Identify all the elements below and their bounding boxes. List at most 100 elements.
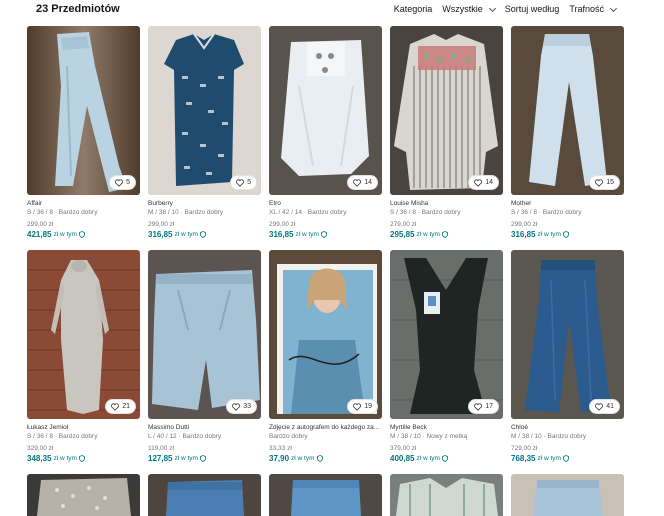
item-size: M / 38 / 10 · Nowy z metką <box>390 433 468 440</box>
item-size: XL / 42 / 14 · Bardzo dobry <box>269 209 347 216</box>
category-dropdown[interactable]: Wszystkie <box>442 4 496 14</box>
item-price-with-protection[interactable]: 316,85 zł w tym <box>269 229 382 240</box>
price-total: 768,35 <box>511 454 536 463</box>
price-suffix: zł w tym <box>174 231 198 238</box>
item-card[interactable]: 5 Burberry M / 38 / 10 · Bardzo dobry 29… <box>148 26 261 250</box>
shield-icon <box>321 231 327 238</box>
favourite-button[interactable]: 41 <box>589 399 620 414</box>
item-price-with-protection[interactable]: 295,85 zł w tym <box>390 229 503 240</box>
sort-dropdown[interactable]: Trafność <box>569 4 618 14</box>
favourite-button[interactable]: 14 <box>347 175 378 190</box>
heart-icon <box>595 402 604 411</box>
item-price-with-protection[interactable]: 421,85 zł w tym <box>27 229 140 240</box>
price-suffix: zł w tym <box>295 231 319 238</box>
price-suffix: zł w tym <box>416 231 440 238</box>
item-price: 379,00 zł <box>390 445 417 452</box>
item-price-with-protection[interactable]: 37,90 zł w tym <box>269 453 382 464</box>
item-size: S / 36 / 8 · Bardzo dobry <box>511 209 582 216</box>
item-photo[interactable] <box>390 474 503 516</box>
item-photo[interactable]: 41 <box>511 250 624 419</box>
heart-icon <box>111 402 120 411</box>
item-price-with-protection[interactable]: 348,35 zł w tym <box>27 453 140 464</box>
favourite-count: 14 <box>364 179 372 186</box>
favourite-button[interactable]: 19 <box>347 399 378 414</box>
favourite-count: 17 <box>485 403 493 410</box>
price-total: 400,85 <box>390 454 415 463</box>
item-brand: Mother <box>511 200 532 207</box>
item-price-with-protection[interactable]: 768,35 zł w tym <box>511 453 624 464</box>
item-card[interactable]: 41 Chloé M / 38 / 10 · Bardzo dobry 729,… <box>511 250 624 474</box>
shield-icon <box>316 455 323 462</box>
favourite-count: 21 <box>122 403 130 410</box>
item-photo[interactable]: 19 <box>269 250 382 419</box>
item-photo[interactable]: 5 <box>27 26 140 195</box>
item-card[interactable]: 33 Massimo Dutti L / 40 / 12 · Bardzo do… <box>148 250 261 474</box>
item-photo[interactable]: 14 <box>390 26 503 195</box>
item-photo[interactable]: 14 <box>269 26 382 195</box>
item-price: 329,00 zł <box>27 445 54 452</box>
item-card[interactable] <box>27 474 140 516</box>
item-card[interactable]: 14 Louise Misha S / 36 / 8 · Bardzo dobr… <box>390 26 503 250</box>
item-brand: Łukasz Jemioł <box>27 424 69 431</box>
favourite-button[interactable]: 5 <box>109 175 136 190</box>
item-size: M / 38 / 10 · Bardzo dobry <box>148 209 224 216</box>
price-suffix: zł w tym <box>537 455 561 462</box>
item-photo[interactable]: 5 <box>148 26 261 195</box>
favourite-button[interactable]: 15 <box>589 175 620 190</box>
item-photo[interactable] <box>511 474 624 516</box>
item-photo[interactable] <box>269 474 382 516</box>
price-total: 421,85 <box>27 230 52 239</box>
item-card[interactable]: 15 Mother S / 36 / 8 · Bardzo dobry 299,… <box>511 26 624 250</box>
heart-icon <box>353 178 362 187</box>
item-price: 299,00 zł <box>511 221 538 228</box>
item-photo[interactable] <box>148 474 261 516</box>
price-total: 37,90 <box>269 454 290 463</box>
item-price: 299,00 zł <box>148 221 175 228</box>
item-card[interactable]: 17 Myrtille Beck M / 38 / 10 · Nowy z me… <box>390 250 503 474</box>
item-brand: Louise Misha <box>390 200 429 207</box>
item-photo[interactable]: 33 <box>148 250 261 419</box>
item-price: 279,00 zł <box>390 221 417 228</box>
item-card[interactable]: 19 Zdjęcie z autografem do każdego za...… <box>269 250 382 474</box>
heart-icon <box>236 178 245 187</box>
item-size: S / 36 / 8 · Bardzo dobry <box>390 209 461 216</box>
item-count: 23 Przedmiotów <box>36 3 120 15</box>
item-photo[interactable]: 21 <box>27 250 140 419</box>
price-total: 348,35 <box>27 454 52 463</box>
item-photo[interactable]: 15 <box>511 26 624 195</box>
item-size: S / 36 / 8 · Bardzo dobry <box>27 433 98 440</box>
price-total: 316,85 <box>269 230 294 239</box>
heart-icon <box>474 178 483 187</box>
item-card[interactable] <box>148 474 261 516</box>
item-card[interactable] <box>390 474 503 516</box>
item-card[interactable] <box>269 474 382 516</box>
favourite-button[interactable]: 14 <box>468 175 499 190</box>
item-price-with-protection[interactable]: 316,85 zł w tym <box>511 229 624 240</box>
price-suffix: zł w tym <box>53 455 77 462</box>
favourite-button[interactable]: 21 <box>105 399 136 414</box>
item-price-with-protection[interactable]: 127,85 zł w tym <box>148 453 261 464</box>
shield-icon <box>79 231 85 238</box>
item-photo[interactable] <box>27 474 140 516</box>
favourite-button[interactable]: 5 <box>230 175 257 190</box>
item-brand: Affair <box>27 200 43 207</box>
item-card[interactable]: 21 Łukasz Jemioł S / 36 / 8 · Bardzo dob… <box>27 250 140 474</box>
favourite-button[interactable]: 33 <box>226 399 257 414</box>
item-grid: 5 Affair S / 36 / 8 · Bardzo dobry 299,0… <box>27 26 627 516</box>
favourite-button[interactable]: 17 <box>468 399 499 414</box>
category-filter-label: Kategoria <box>393 4 433 14</box>
shield-icon <box>563 231 569 238</box>
item-photo[interactable]: 17 <box>390 250 503 419</box>
item-card[interactable] <box>511 474 624 516</box>
item-card[interactable]: 14 Etro XL / 42 / 14 · Bardzo dobry 299,… <box>269 26 382 250</box>
shield-icon <box>200 231 206 238</box>
item-price-with-protection[interactable]: 316,85 zł w tym <box>148 229 261 240</box>
item-size: M / 38 / 10 · Bardzo dobry <box>511 433 587 440</box>
price-suffix: zł w tym <box>53 231 77 238</box>
shield-icon <box>79 455 85 462</box>
heart-icon <box>474 402 483 411</box>
item-price-with-protection[interactable]: 400,85 zł w tym <box>390 453 503 464</box>
item-card[interactable]: 5 Affair S / 36 / 8 · Bardzo dobry 299,0… <box>27 26 140 250</box>
favourite-count: 41 <box>606 403 614 410</box>
shield-icon <box>563 455 569 462</box>
